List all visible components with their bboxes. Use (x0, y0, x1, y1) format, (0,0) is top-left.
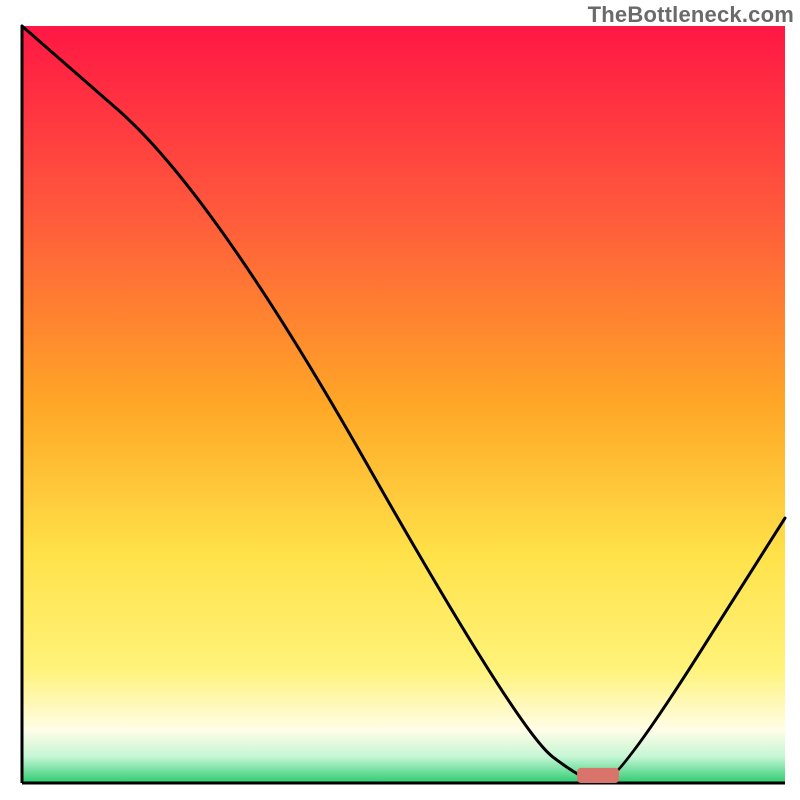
optimal-range-marker (577, 768, 619, 783)
plot-background (22, 26, 785, 783)
chart-container: TheBottleneck.com (0, 0, 800, 800)
bottleneck-chart (0, 0, 800, 800)
